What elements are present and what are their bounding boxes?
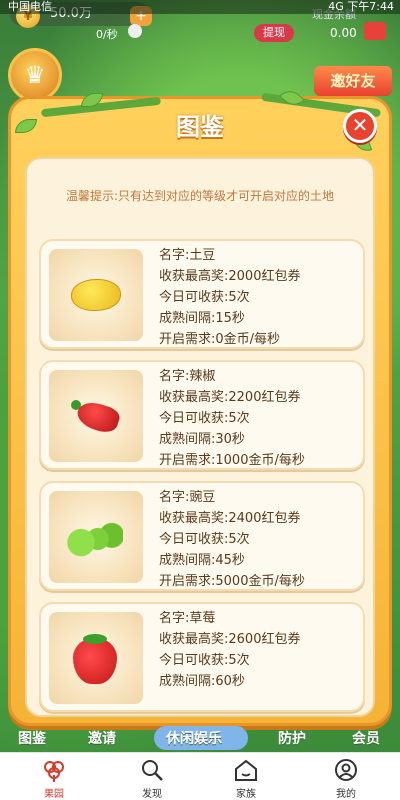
withdraw-button[interactable]: 提现 — [254, 24, 294, 42]
nav-label: 家族 — [236, 789, 256, 800]
menu-leisure[interactable]: 休闲娱乐 — [166, 728, 222, 748]
crop-harvests: 今日可收获:5次 — [159, 653, 250, 668]
profile-icon — [335, 759, 357, 781]
menu-vip[interactable]: 会员 — [352, 728, 380, 748]
orchard-icon — [44, 761, 64, 782]
crop-harvests: 今日可收获:5次 — [159, 532, 250, 547]
modal-title: 图鉴 — [176, 113, 224, 141]
strawberry-icon — [73, 638, 117, 684]
status-time: 4G 下午7:44 — [328, 0, 394, 13]
crop-card[interactable]: 名字:土豆 收获最高奖:2000红包券 今日可收获:5次 成熟间隔:15秒 开启… — [39, 239, 365, 349]
crop-harvests: 今日可收获:5次 — [159, 290, 250, 305]
menu-protection[interactable]: 防护 — [278, 728, 306, 748]
crop-name: 名字:草莓 — [159, 611, 216, 626]
nav-label: 发现 — [142, 789, 162, 800]
red-envelope-icon[interactable] — [364, 22, 386, 40]
crop-name: 名字:辣椒 — [159, 369, 216, 384]
pea-icon — [67, 521, 123, 557]
crop-max-reward: 收获最高奖:2400红包券 — [159, 511, 301, 526]
carrier-label: 中国电信 — [8, 0, 52, 13]
crop-image-frame — [49, 491, 143, 583]
crop-image-frame — [49, 370, 143, 462]
close-button[interactable]: ✕ — [343, 109, 377, 143]
crop-image-frame — [49, 249, 143, 341]
crop-image-frame — [49, 612, 143, 704]
nav-orchard[interactable]: 果园 — [24, 757, 84, 800]
crop-interval: 成熟间隔:60秒 — [159, 674, 245, 689]
search-icon — [142, 760, 163, 781]
crop-name: 名字:土豆 — [159, 248, 216, 263]
crop-harvests: 今日可收获:5次 — [159, 411, 250, 426]
nav-discover[interactable]: 发现 — [122, 757, 182, 800]
modal-header: 图鉴 — [11, 99, 389, 155]
coin-rate: 0/秒 — [96, 28, 118, 41]
crop-card[interactable]: 名字:豌豆 收获最高奖:2400红包券 今日可收获:5次 成熟间隔:45秒 开启… — [39, 481, 365, 591]
crop-unlock: 开启需求:1000金币/每秒 — [159, 453, 305, 468]
chili-stem — [71, 400, 81, 410]
cash-balance-value: 0.00 — [330, 26, 357, 40]
scene-menu: 图鉴 邀请 休闲娱乐 防护 会员 — [0, 726, 400, 752]
nav-profile[interactable]: 我的 — [316, 757, 376, 800]
potato-icon — [71, 279, 121, 311]
home-icon — [235, 759, 257, 781]
crop-max-reward: 收获最高奖:2000红包券 — [159, 269, 301, 284]
nav-family[interactable]: 家族 — [216, 757, 276, 800]
speed-icon — [128, 24, 142, 38]
crop-interval: 成熟间隔:15秒 — [159, 311, 245, 326]
crop-card[interactable]: 名字:草莓 收获最高奖:2600红包券 今日可收获:5次 成熟间隔:60秒 — [39, 602, 365, 712]
menu-collection[interactable]: 图鉴 — [18, 728, 46, 748]
crop-max-reward: 收获最高奖:2200红包券 — [159, 390, 301, 405]
close-icon: ✕ — [351, 113, 369, 137]
crop-unlock: 开启需求:0金币/每秒 — [159, 332, 281, 347]
collection-modal: 图鉴 ✕ 温馨提示:只有达到对应的等级才可开启对应的土地 名字:土豆 收获最高奖… — [8, 85, 392, 726]
trophy-icon[interactable]: ♛ — [8, 48, 62, 102]
nav-label: 果园 — [44, 789, 64, 800]
modal-content[interactable]: 温馨提示:只有达到对应的等级才可开启对应的土地 名字:土豆 收获最高奖:2000… — [25, 157, 375, 717]
crop-list[interactable]: 名字:土豆 收获最高奖:2000红包券 今日可收获:5次 成熟间隔:15秒 开启… — [39, 239, 365, 715]
tip-text: 温馨提示:只有达到对应的等级才可开启对应的土地 — [65, 189, 335, 203]
invite-friends-badge[interactable]: 邀好友 — [314, 66, 392, 96]
crop-card[interactable]: 名字:辣椒 收获最高奖:2200红包券 今日可收获:5次 成熟间隔:30秒 开启… — [39, 360, 365, 470]
nav-label: 我的 — [336, 789, 356, 800]
crop-name: 名字:豌豆 — [159, 490, 216, 505]
menu-invite[interactable]: 邀请 — [88, 728, 116, 748]
crop-interval: 成熟间隔:30秒 — [159, 432, 245, 447]
crop-interval: 成熟间隔:45秒 — [159, 553, 245, 568]
crop-max-reward: 收获最高奖:2600红包券 — [159, 632, 301, 647]
chili-icon — [74, 398, 122, 436]
status-bar: 中国电信 4G 下午7:44 — [0, 0, 400, 14]
bottom-nav: 果园 发现 家族 我的 — [0, 752, 400, 800]
crop-unlock: 开启需求:5000金币/每秒 — [159, 574, 305, 589]
strawberry-leaves — [83, 634, 107, 644]
